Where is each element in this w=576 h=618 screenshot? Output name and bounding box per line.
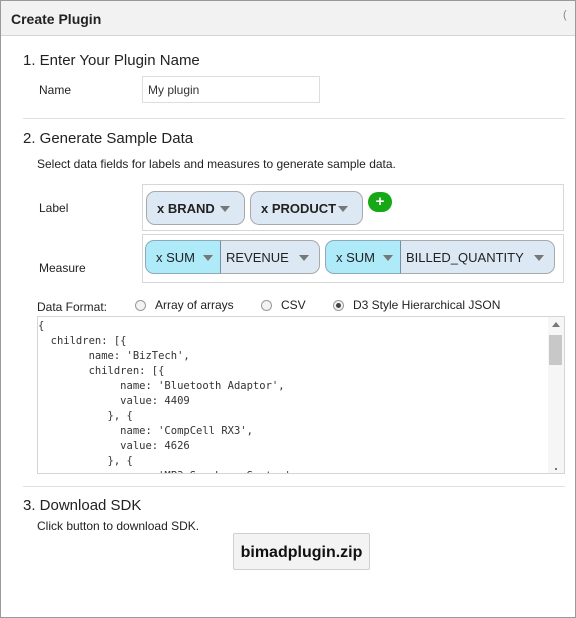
label-row-label: Label bbox=[39, 201, 69, 215]
format-option-d3-json[interactable]: D3 Style Hierarchical JSON bbox=[333, 298, 500, 312]
sample-json-text: { children: [{ name: 'BizTech', children… bbox=[38, 320, 297, 473]
section-3-title: 3. Download SDK bbox=[23, 497, 142, 514]
aggregation-select[interactable]: x SUM bbox=[145, 240, 221, 274]
divider bbox=[23, 118, 565, 119]
label-chip-product[interactable]: x PRODUCT bbox=[250, 191, 363, 225]
measure-row-label: Measure bbox=[39, 261, 86, 275]
format-option-label: CSV bbox=[281, 298, 306, 312]
chip-label: x BRAND bbox=[157, 200, 215, 216]
radio-button[interactable] bbox=[135, 299, 146, 311]
chevron-down-icon[interactable] bbox=[383, 255, 393, 261]
section-1-title: 1. Enter Your Plugin Name bbox=[23, 52, 200, 69]
scroll-down-icon[interactable] bbox=[555, 468, 557, 470]
dialog-title: Create Plugin bbox=[11, 11, 102, 27]
format-option-label: D3 Style Hierarchical JSON bbox=[353, 298, 501, 312]
measure-chip-billed-quantity: x SUM BILLED_QUANTITY bbox=[325, 240, 555, 274]
dialog-titlebar: Create Plugin ( bbox=[1, 1, 575, 36]
name-label: Name bbox=[39, 83, 72, 97]
measure-dropzone[interactable]: x SUM REVENUE x SUM BILLED_QUANTITY bbox=[142, 234, 564, 283]
chevron-down-icon[interactable] bbox=[203, 255, 213, 261]
sample-data-textarea[interactable]: { children: [{ name: 'BizTech', children… bbox=[37, 316, 565, 474]
scrollbar[interactable] bbox=[548, 317, 564, 473]
scroll-thumb[interactable] bbox=[549, 335, 562, 365]
measure-field[interactable]: REVENUE bbox=[220, 240, 320, 274]
scroll-up-icon[interactable] bbox=[552, 322, 560, 327]
radio-button-selected[interactable] bbox=[333, 299, 344, 311]
label-chip-brand[interactable]: x BRAND bbox=[146, 191, 245, 225]
chevron-down-icon[interactable] bbox=[299, 255, 309, 261]
download-instruction: Click button to download SDK. bbox=[37, 519, 200, 533]
aggregation-select[interactable]: x SUM bbox=[325, 240, 401, 274]
aggregation-label: x SUM bbox=[156, 249, 195, 265]
measure-field-label: REVENUE bbox=[226, 249, 289, 265]
measure-field-label: BILLED_QUANTITY bbox=[406, 249, 524, 265]
add-label-button[interactable]: + bbox=[368, 192, 392, 212]
radio-button[interactable] bbox=[261, 299, 272, 311]
section-2-title: 2. Generate Sample Data bbox=[23, 130, 194, 147]
divider bbox=[23, 486, 565, 487]
chevron-down-icon[interactable] bbox=[338, 206, 348, 212]
plugin-name-input[interactable] bbox=[142, 76, 320, 103]
close-icon[interactable]: ( bbox=[563, 9, 567, 21]
download-sdk-button[interactable]: bimadplugin.zip bbox=[233, 533, 370, 570]
format-option-array[interactable]: Array of arrays bbox=[135, 298, 234, 312]
aggregation-label: x SUM bbox=[336, 249, 375, 265]
create-plugin-dialog: Create Plugin ( 1. Enter Your Plugin Nam… bbox=[0, 0, 576, 618]
chip-label: x PRODUCT bbox=[261, 200, 337, 216]
data-format-label: Data Format: bbox=[37, 300, 108, 314]
measure-field[interactable]: BILLED_QUANTITY bbox=[400, 240, 555, 274]
format-option-label: Array of arrays bbox=[155, 298, 234, 312]
label-dropzone[interactable]: x BRAND x PRODUCT bbox=[142, 184, 564, 231]
sample-data-instruction: Select data fields for labels and measur… bbox=[37, 157, 396, 171]
measure-chip-revenue: x SUM REVENUE bbox=[145, 240, 320, 274]
format-option-csv[interactable]: CSV bbox=[261, 298, 306, 312]
chevron-down-icon[interactable] bbox=[534, 255, 544, 261]
chevron-down-icon[interactable] bbox=[220, 206, 230, 212]
